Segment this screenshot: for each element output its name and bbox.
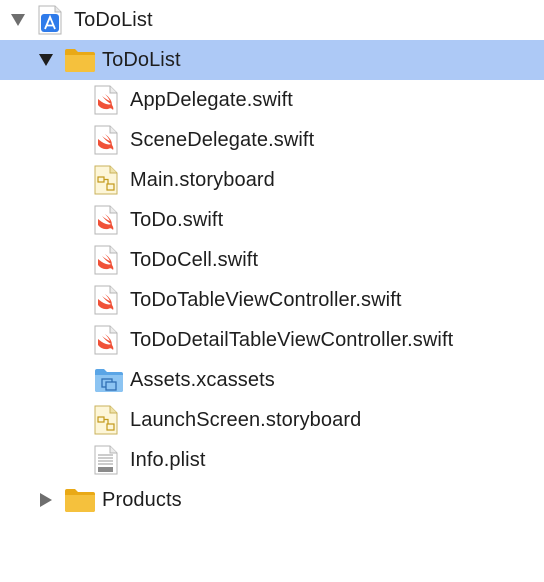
file-name: ToDoTableViewController.swift <box>130 289 402 311</box>
file-row[interactable]: Info.plist <box>0 440 544 480</box>
file-name: ToDo.swift <box>130 209 224 231</box>
swift-file-icon <box>94 285 118 315</box>
project-row[interactable]: ToDoList <box>0 0 544 40</box>
file-row[interactable]: ToDoCell.swift <box>0 240 544 280</box>
file-row[interactable]: Assets.xcassets <box>0 360 544 400</box>
disclosure-triangle-collapsed-icon[interactable] <box>38 492 54 508</box>
file-name: Main.storyboard <box>130 169 275 191</box>
file-name: LaunchScreen.storyboard <box>130 409 362 431</box>
project-navigator: ToDoList ToDoList AppDelegate.swift Scen… <box>0 0 544 582</box>
file-row[interactable]: ToDo.swift <box>0 200 544 240</box>
folder-icon <box>64 487 96 513</box>
xcode-project-icon <box>37 5 63 35</box>
project-name: ToDoList <box>74 9 153 31</box>
file-row[interactable]: Main.storyboard <box>0 160 544 200</box>
disclosure-triangle-expanded-icon[interactable] <box>38 52 54 68</box>
group-row-todolist[interactable]: ToDoList <box>0 40 544 80</box>
storyboard-file-icon <box>94 165 118 195</box>
swift-file-icon <box>94 85 118 115</box>
file-row[interactable]: AppDelegate.swift <box>0 80 544 120</box>
asset-catalog-icon <box>94 367 124 393</box>
swift-file-icon <box>94 245 118 275</box>
swift-file-icon <box>94 205 118 235</box>
file-row[interactable]: LaunchScreen.storyboard <box>0 400 544 440</box>
plist-file-icon <box>94 445 118 475</box>
folder-icon <box>64 47 96 73</box>
group-row-products[interactable]: Products <box>0 480 544 520</box>
file-name: Assets.xcassets <box>130 369 275 391</box>
swift-file-icon <box>94 125 118 155</box>
file-name: Info.plist <box>130 449 206 471</box>
file-row[interactable]: SceneDelegate.swift <box>0 120 544 160</box>
group-name: ToDoList <box>102 49 181 71</box>
file-row[interactable]: ToDoTableViewController.swift <box>0 280 544 320</box>
group-name: Products <box>102 489 182 511</box>
file-name: SceneDelegate.swift <box>130 129 315 151</box>
storyboard-file-icon <box>94 405 118 435</box>
swift-file-icon <box>94 325 118 355</box>
file-name: ToDoDetailTableViewController.swift <box>130 329 454 351</box>
disclosure-triangle-expanded-icon[interactable] <box>10 12 26 28</box>
file-name: ToDoCell.swift <box>130 249 259 271</box>
file-name: AppDelegate.swift <box>130 89 293 111</box>
file-row[interactable]: ToDoDetailTableViewController.swift <box>0 320 544 360</box>
